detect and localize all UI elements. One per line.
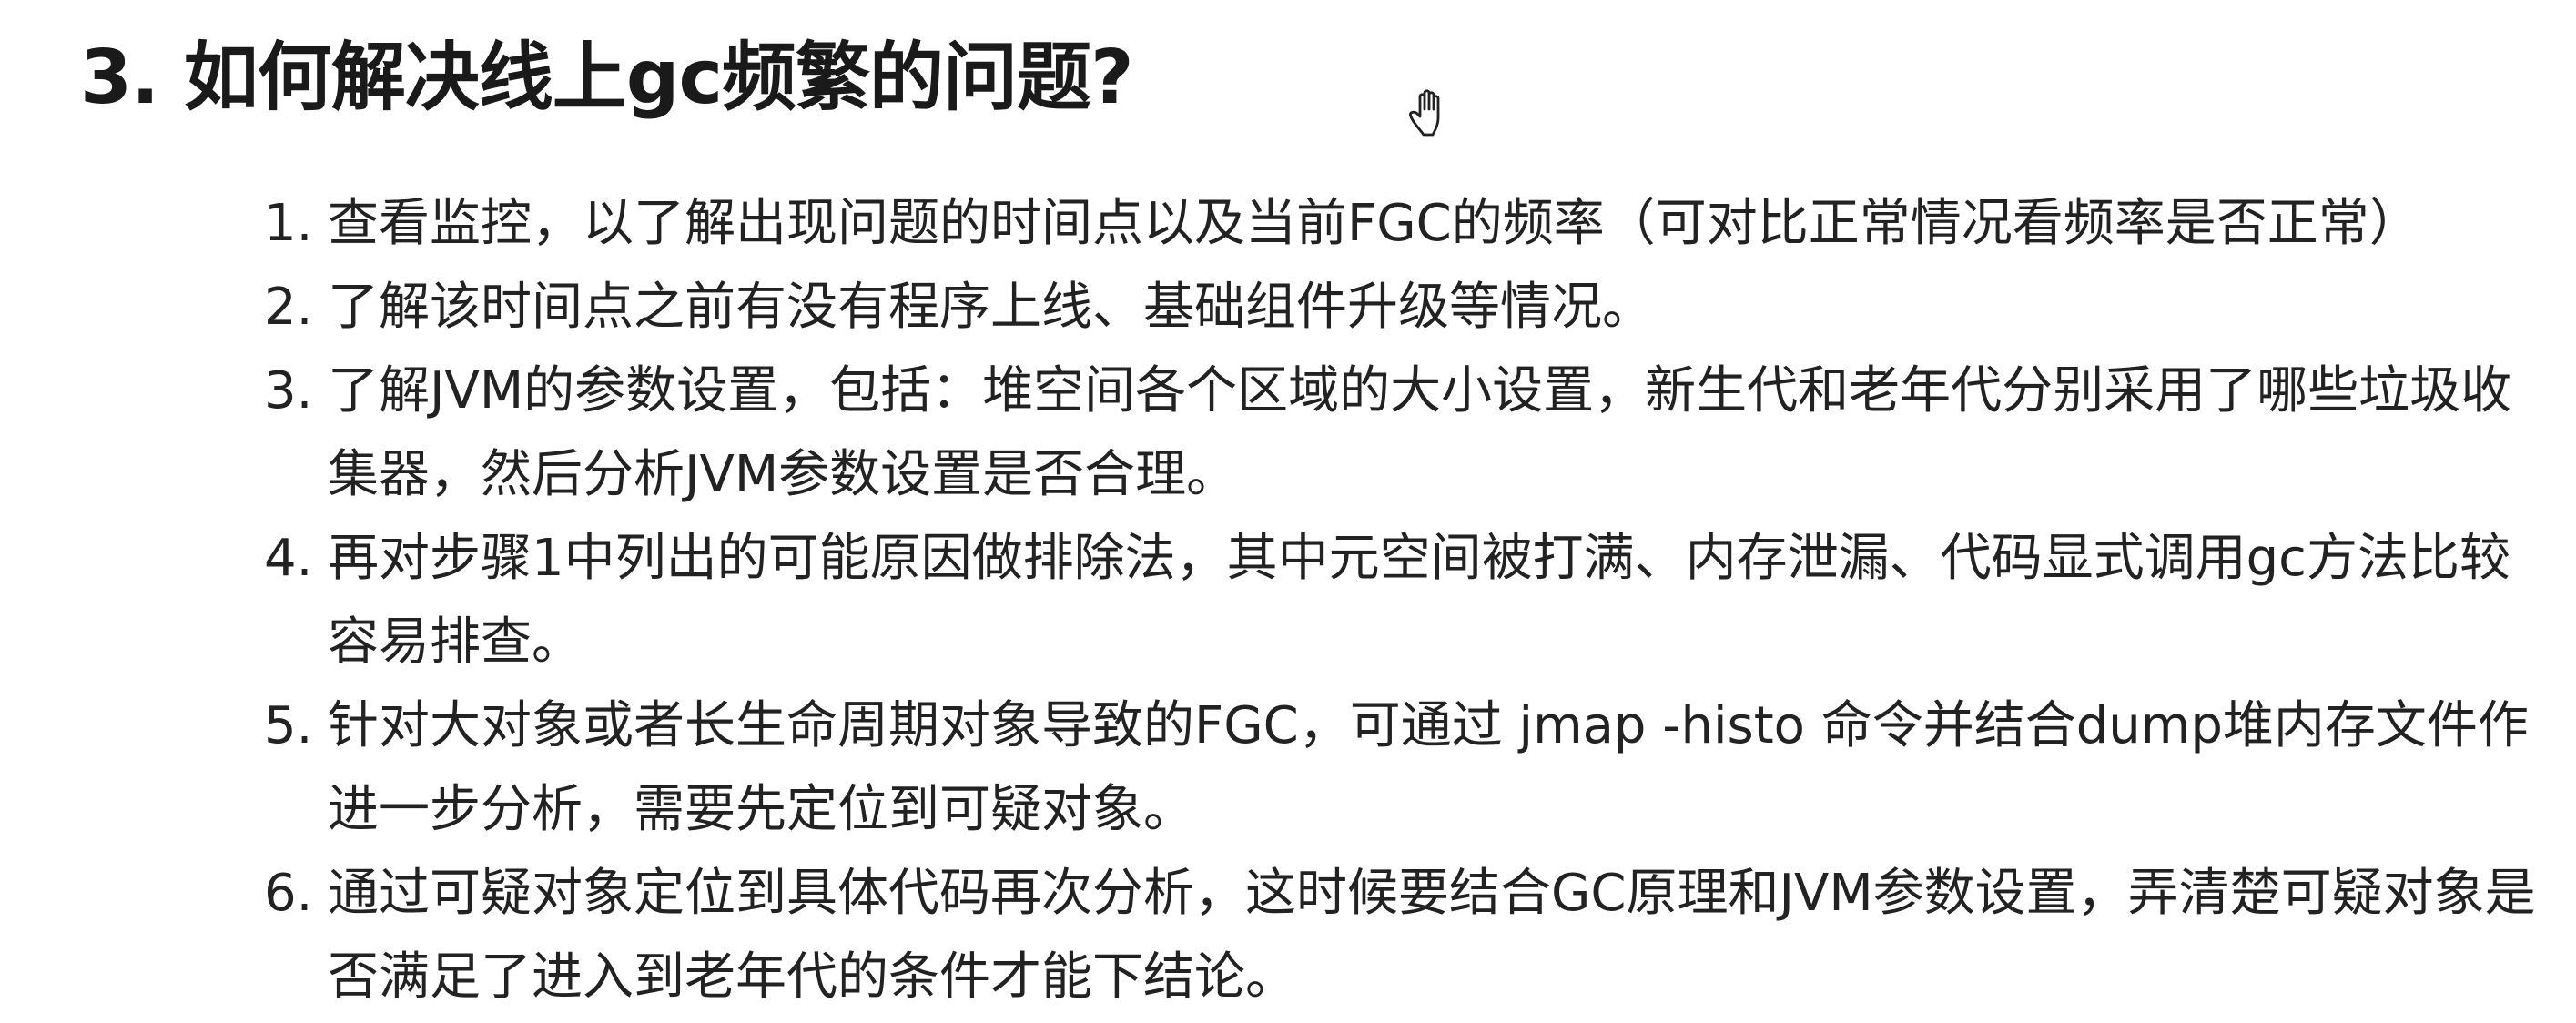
step-number: 2. (264, 278, 313, 337)
list-item: 1. 查看监控，以了解出现问题的时间点以及当前FGC的频率（可对比正常情况看频率… (264, 182, 2540, 266)
step-text: 通过可疑对象定位到具体代码再次分析，这时候要结合GC原理和JVM参数设置，弄清楚… (328, 864, 2536, 1007)
list-item: 4. 再对步骤1中列出的可能原因做排除法，其中元空间被打满、内存泄漏、代码显式调… (264, 517, 2540, 684)
steps-list: 1. 查看监控，以了解出现问题的时间点以及当前FGC的频率（可对比正常情况看频率… (264, 182, 2540, 1019)
list-item: 2. 了解该时间点之前有没有程序上线、基础组件升级等情况。 (264, 266, 2540, 349)
step-number: 1. (264, 194, 313, 253)
list-item: 6. 通过可疑对象定位到具体代码再次分析，这时候要结合GC原理和JVM参数设置，… (264, 852, 2540, 1019)
step-number: 3. (264, 361, 313, 420)
step-number: 4. (264, 529, 313, 588)
list-item: 3. 了解JVM的参数设置，包括：堆空间各个区域的大小设置，新生代和老年代分别采… (264, 349, 2540, 517)
hand-cursor-icon (1409, 89, 1440, 137)
step-text: 再对步骤1中列出的可能原因做排除法，其中元空间被打满、内存泄漏、代码显式调用gc… (328, 529, 2510, 672)
step-text: 查看监控，以了解出现问题的时间点以及当前FGC的频率（可对比正常情况看频率是否正… (328, 194, 2420, 253)
step-number: 5. (264, 696, 313, 755)
step-text: 了解JVM的参数设置，包括：堆空间各个区域的大小设置，新生代和老年代分别采用了哪… (328, 361, 2512, 504)
document-page: 3. 如何解决线上gc频繁的问题? 1. 查看监控，以了解出现问题的时间点以及当… (0, 0, 2576, 1023)
list-item: 5. 针对大对象或者长生命周期对象导致的FGC，可通过 jmap -histo … (264, 684, 2540, 852)
step-text: 针对大对象或者长生命周期对象导致的FGC，可通过 jmap -histo 命令并… (328, 696, 2529, 839)
step-number: 6. (264, 864, 313, 923)
step-text: 了解该时间点之前有没有程序上线、基础组件升级等情况。 (328, 278, 1653, 337)
section-heading: 3. 如何解决线上gc频繁的问题? (80, 35, 1134, 121)
